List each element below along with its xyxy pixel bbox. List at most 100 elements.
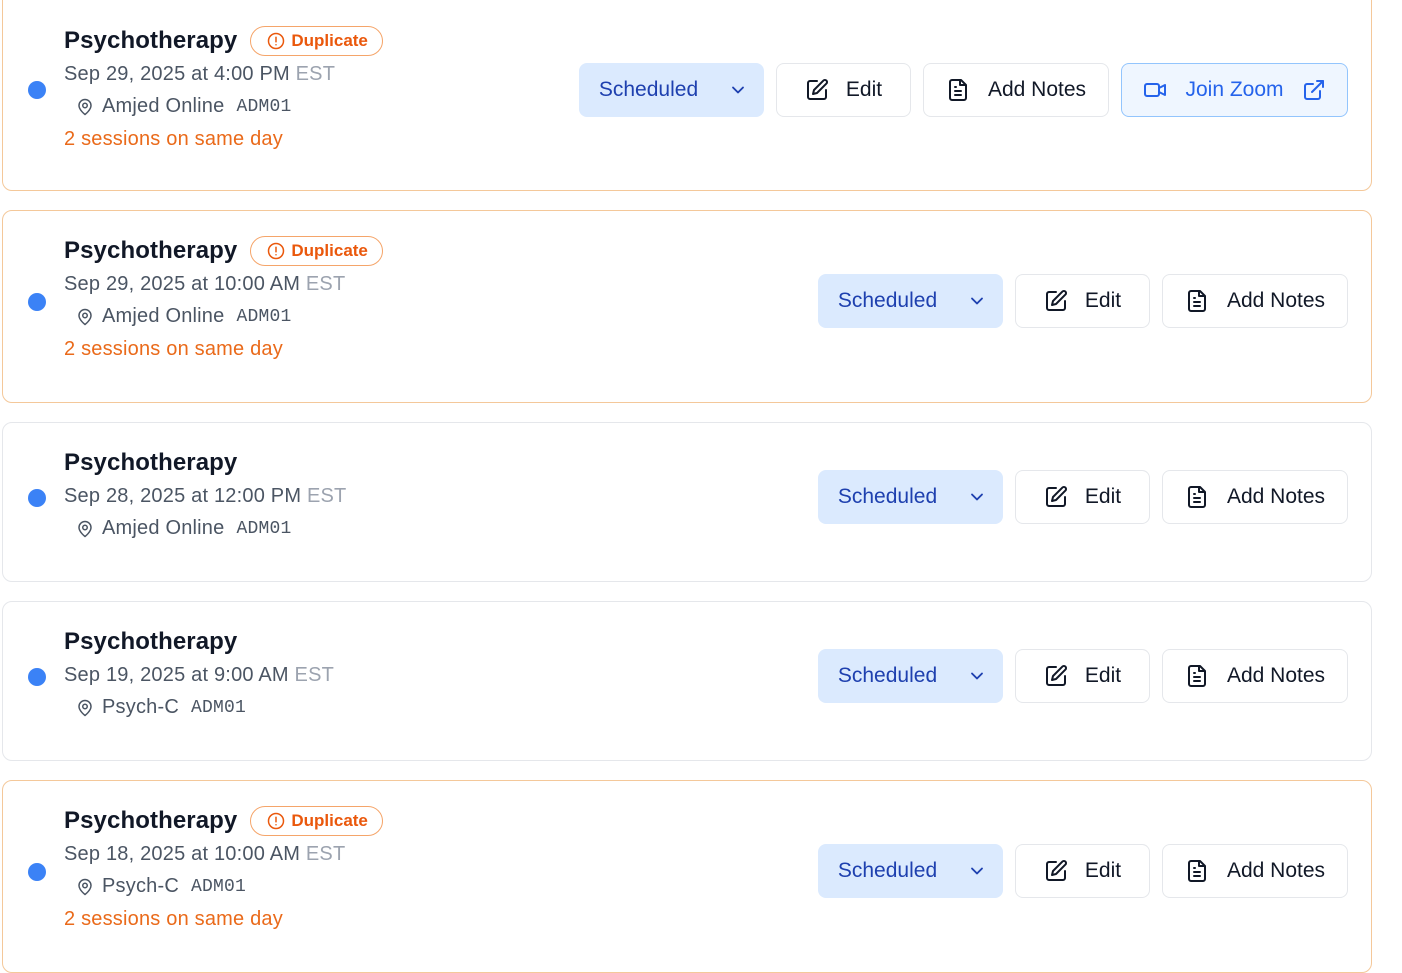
status-dropdown[interactable]: Scheduled [818, 274, 1003, 328]
video-icon [1144, 83, 1167, 97]
status-dropdown[interactable]: Scheduled [818, 649, 1003, 703]
alert-circle-icon [268, 32, 285, 50]
add-notes-button[interactable]: Add Notes [1162, 274, 1348, 328]
location-code: ADM01 [190, 697, 246, 718]
file-text-icon [1187, 486, 1206, 508]
session-date: Sep 18, 2025 at 10:00 AM [64, 843, 301, 865]
status-dropdown[interactable]: Scheduled [579, 63, 764, 117]
join-zoom-button[interactable]: Join Zoom [1121, 63, 1348, 117]
location-code: ADM01 [236, 306, 292, 327]
add-notes-label: Add Notes [1226, 664, 1326, 687]
session-datetime: Sep 19, 2025 at 9:00 AM EST [64, 659, 334, 691]
status-label: Scheduled [837, 664, 938, 687]
session-date: Sep 29, 2025 at 4:00 PM [64, 63, 290, 85]
add-notes-button[interactable]: Add Notes [1162, 844, 1348, 898]
duplicate-badge: Duplicate [250, 236, 383, 266]
status-label: Scheduled [598, 78, 699, 101]
status-label: Scheduled [837, 289, 938, 312]
session-title: Psychotherapy [64, 27, 238, 54]
duplicate-badge: Duplicate [250, 26, 383, 56]
edit-button[interactable]: Edit [1015, 274, 1150, 328]
session-card: Psychotherapy Duplicate Sep 29, 2025 at … [2, 210, 1372, 403]
file-text-icon [948, 79, 967, 101]
duplicate-badge: Duplicate [250, 806, 383, 836]
chevron-down-icon [971, 493, 984, 501]
external-link-icon [1303, 80, 1324, 100]
session-date: Sep 28, 2025 at 12:00 PM [64, 485, 302, 507]
edit-label: Edit [1084, 859, 1122, 882]
map-pin-icon [78, 98, 92, 115]
add-notes-label: Add Notes [987, 78, 1087, 101]
status-label: Scheduled [837, 859, 938, 882]
status-dot [28, 81, 46, 99]
session-location: Amjed Online ADM01 [64, 512, 346, 545]
edit-icon [1045, 486, 1067, 507]
edit-label: Edit [1084, 485, 1122, 508]
session-card: Psychotherapy Sep 19, 2025 at 9:00 AM ES… [2, 601, 1372, 761]
map-pin-icon [78, 699, 92, 716]
session-date: Sep 29, 2025 at 10:00 AM [64, 273, 301, 295]
same-day-warning: 2 sessions on same day [64, 908, 283, 930]
location-name: Amjed Online [102, 517, 225, 539]
alert-circle-icon [268, 242, 285, 260]
same-day-warning: 2 sessions on same day [64, 128, 283, 150]
location-name: Amjed Online [102, 305, 225, 327]
add-notes-button[interactable]: Add Notes [1162, 649, 1348, 703]
status-dot [28, 668, 46, 686]
session-datetime: Sep 18, 2025 at 10:00 AM EST [64, 838, 383, 870]
session-title: Psychotherapy [64, 449, 238, 476]
chevron-down-icon [971, 297, 984, 305]
status-dot [28, 489, 46, 507]
add-notes-label: Add Notes [1226, 289, 1326, 312]
location-name: Psych-C [102, 696, 179, 718]
edit-button[interactable]: Edit [1015, 470, 1150, 524]
session-title: Psychotherapy [64, 237, 238, 264]
edit-icon [806, 79, 828, 100]
file-text-icon [1187, 860, 1206, 882]
session-timezone: EST [306, 485, 347, 507]
edit-icon [1045, 290, 1067, 311]
session-datetime: Sep 29, 2025 at 10:00 AM EST [64, 268, 383, 300]
session-title: Psychotherapy [64, 807, 238, 834]
status-dot [28, 293, 46, 311]
chevron-down-icon [971, 672, 984, 680]
map-pin-icon [78, 308, 92, 325]
map-pin-icon [78, 878, 92, 895]
status-dropdown[interactable]: Scheduled [818, 470, 1003, 524]
session-datetime: Sep 28, 2025 at 12:00 PM EST [64, 480, 346, 512]
session-location: Amjed Online ADM01 [64, 300, 383, 333]
map-pin-icon [78, 520, 92, 537]
session-location: Psych-C ADM01 [64, 691, 334, 724]
session-title: Psychotherapy [64, 628, 238, 655]
edit-button[interactable]: Edit [1015, 649, 1150, 703]
edit-label: Edit [1084, 664, 1122, 687]
same-day-warning: 2 sessions on same day [64, 338, 283, 360]
status-dropdown[interactable]: Scheduled [818, 844, 1003, 898]
edit-icon [1045, 860, 1067, 881]
file-text-icon [1187, 290, 1206, 312]
duplicate-label: Duplicate [291, 31, 368, 50]
duplicate-label: Duplicate [291, 811, 368, 830]
edit-button[interactable]: Edit [776, 63, 911, 117]
duplicate-label: Duplicate [291, 241, 368, 260]
alert-circle-icon [268, 812, 285, 830]
add-notes-button[interactable]: Add Notes [1162, 470, 1348, 524]
add-notes-button[interactable]: Add Notes [923, 63, 1109, 117]
edit-button[interactable]: Edit [1015, 844, 1150, 898]
add-notes-label: Add Notes [1226, 859, 1326, 882]
location-code: ADM01 [190, 876, 246, 897]
session-card: Psychotherapy Duplicate Sep 29, 2025 at … [2, 0, 1372, 191]
session-card: Psychotherapy Sep 28, 2025 at 12:00 PM E… [2, 422, 1372, 582]
location-code: ADM01 [236, 96, 292, 117]
session-timezone: EST [305, 273, 346, 295]
add-notes-label: Add Notes [1226, 485, 1326, 508]
edit-label: Edit [1084, 289, 1122, 312]
session-date: Sep 19, 2025 at 9:00 AM [64, 664, 289, 686]
session-location: Psych-C ADM01 [64, 870, 383, 903]
session-location: Amjed Online ADM01 [64, 90, 383, 123]
chevron-down-icon [732, 86, 745, 94]
session-timezone: EST [295, 63, 336, 85]
edit-icon [1045, 665, 1067, 686]
session-timezone: EST [294, 664, 335, 686]
session-card: Psychotherapy Duplicate Sep 18, 2025 at … [2, 780, 1372, 973]
